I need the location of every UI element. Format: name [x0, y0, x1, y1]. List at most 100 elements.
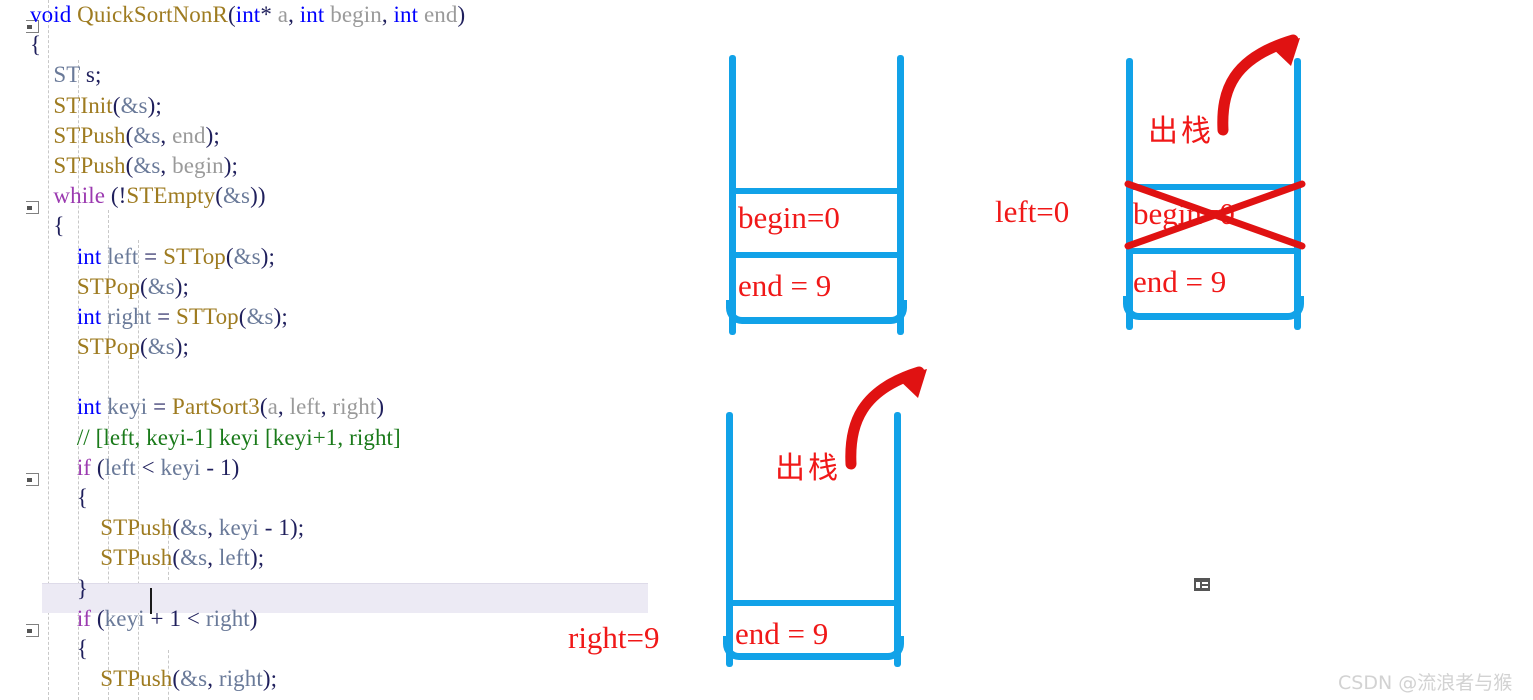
stack-cell-divider [1128, 184, 1300, 190]
code-line[interactable]: { [30, 211, 710, 241]
code-token: ( [139, 273, 148, 299]
code-token: a [277, 2, 289, 27]
code-line[interactable]: STPush(&s, end); [30, 121, 710, 151]
code-line[interactable]: STPush(&s, right); [30, 664, 710, 694]
code-token: right [218, 666, 263, 692]
code-token: { [30, 32, 42, 58]
stack-cell-divider [731, 252, 903, 258]
code-line[interactable]: void QuickSortNonR(int* a, int begin, in… [30, 0, 710, 30]
code-token: - [200, 454, 220, 480]
code-token: int [393, 2, 419, 27]
code-text[interactable]: void QuickSortNonR(int* a, int begin, in… [30, 0, 710, 694]
stack-cell-label: end = 9 [1133, 264, 1227, 299]
code-line[interactable]: // [left, keyi-1] keyi [keyi+1, right] [30, 423, 710, 453]
code-token: keyi [160, 454, 201, 480]
code-token: left [107, 243, 139, 269]
code-token: = [151, 303, 176, 329]
code-token: ); [249, 545, 265, 571]
stack-left-wall [1126, 58, 1133, 330]
code-line[interactable]: STPop(&s); [30, 272, 710, 302]
code-token: // [left, keyi-1] keyi [keyi+1, right] [76, 424, 401, 450]
code-token: STPush [100, 515, 173, 541]
code-token: begin [172, 152, 224, 178]
code-token: &s [233, 243, 261, 269]
code-token: int [299, 2, 325, 27]
code-line[interactable]: STPush(&s, keyi - 1); [30, 513, 710, 543]
code-token: 1 [169, 605, 182, 631]
code-token: end [172, 122, 206, 148]
code-token: keyi [218, 515, 259, 541]
code-token: ( [172, 666, 181, 692]
stack-cell-label: begin=0 [738, 200, 840, 235]
code-token: ); [262, 666, 278, 692]
code-token: STPop [76, 273, 140, 299]
stack-side-label: right=9 [568, 620, 660, 655]
code-line[interactable]: STPush(&s, left); [30, 543, 710, 573]
code-token: &s [180, 515, 208, 541]
code-token: ST [53, 62, 81, 88]
code-token: void [30, 2, 78, 27]
code-line[interactable]: int right = STTop(&s); [30, 302, 710, 332]
pop-arrow-icon [845, 366, 927, 470]
code-token: , [277, 394, 290, 420]
code-line[interactable]: STPush(&s, begin); [30, 151, 710, 181]
stack-left-wall [729, 55, 736, 335]
code-line[interactable]: ST s; [30, 60, 710, 90]
code-token: { [76, 485, 88, 510]
stack-cell-divider [1128, 248, 1300, 254]
code-token: } [76, 575, 88, 601]
stack-right-wall [894, 412, 901, 667]
code-token: ( [225, 243, 234, 269]
code-token: STInit [53, 92, 113, 118]
watermark: CSDN @流浪者与猴 [1338, 672, 1513, 694]
code-token: if [76, 605, 92, 631]
code-line[interactable]: while (!STEmpty(&s)) [30, 181, 710, 211]
code-line[interactable]: if (left < keyi - 1) [30, 453, 710, 483]
code-token: * [260, 2, 278, 27]
code-token: ( [259, 394, 268, 420]
code-line[interactable]: } [30, 574, 710, 604]
code-token: , [381, 2, 394, 27]
code-token: ( [215, 183, 224, 209]
code-line[interactable]: int keyi = PartSort3(a, left, right) [30, 392, 710, 422]
code-token: , [288, 2, 300, 27]
code-token: int [76, 243, 102, 269]
code-token: ( [112, 92, 121, 118]
code-token: keyi [107, 394, 148, 420]
code-token: ( [91, 605, 105, 631]
code-token: ( [172, 515, 181, 541]
code-token: , [320, 394, 333, 420]
code-line[interactable]: STPop(&s); [30, 332, 710, 362]
code-token: STEmpty [126, 183, 216, 209]
code-token: STPush [100, 545, 173, 571]
code-token: = [138, 243, 164, 269]
panel-layout-icon [1194, 578, 1210, 591]
code-token: 1 [219, 454, 232, 480]
code-line[interactable]: STInit(&s); [30, 91, 710, 121]
code-line[interactable]: int left = STTop(&s); [30, 242, 710, 272]
code-token: &s [133, 122, 161, 148]
code-token: , [207, 666, 219, 692]
code-token: ) [231, 454, 240, 480]
code-line[interactable] [30, 362, 710, 392]
code-token: &s [147, 334, 175, 360]
code-token: int [235, 2, 261, 27]
code-line[interactable]: { [30, 483, 710, 513]
code-token: , [207, 515, 219, 541]
code-token: STPop [76, 334, 140, 360]
code-line[interactable]: { [30, 30, 710, 60]
code-editor[interactable]: void QuickSortNonR(int* a, int begin, in… [0, 0, 700, 700]
stack-cell-label: end = 9 [735, 616, 829, 651]
stack-side-label: left=0 [995, 194, 1070, 229]
code-token: end [418, 2, 458, 27]
code-token: &s [223, 183, 251, 209]
